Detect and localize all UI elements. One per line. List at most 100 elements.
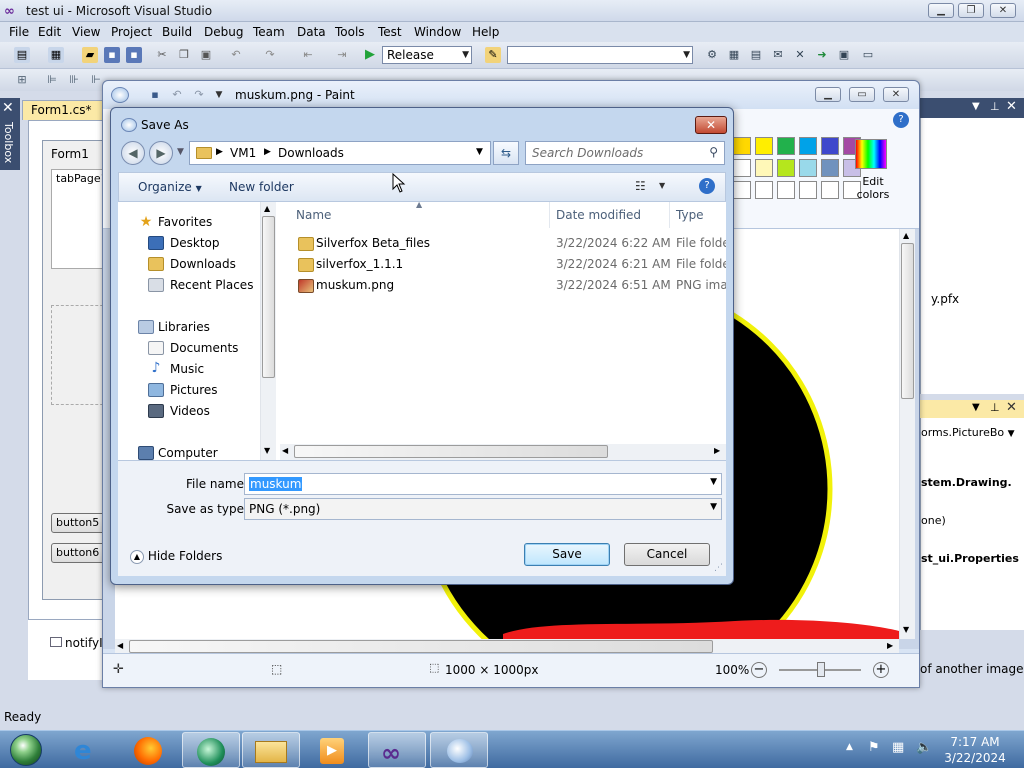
edit-colors-button[interactable]: Edit colors <box>851 175 895 201</box>
scroll-up-icon[interactable]: ▲ <box>264 204 270 213</box>
back-button[interactable]: ◀ <box>121 141 145 165</box>
paint-close-button[interactable]: ✕ <box>883 87 909 102</box>
zoom-slider-thumb[interactable] <box>817 662 825 677</box>
nav-videos[interactable]: Videos <box>118 401 258 421</box>
breadcrumb-downloads[interactable]: Downloads <box>278 146 344 160</box>
taskbar-clock[interactable]: 7:17 AM 3/22/2024 <box>940 734 1010 766</box>
scroll-thumb[interactable] <box>129 640 713 653</box>
paste-icon[interactable]: ▣ <box>198 47 214 63</box>
toolbox-strip[interactable]: ✕ Toolbox <box>0 98 20 170</box>
scroll-thumb[interactable] <box>262 216 275 378</box>
menu-tools[interactable]: Tools <box>335 25 365 39</box>
organize-button[interactable]: Organize ▼ <box>138 180 202 194</box>
column-header-type[interactable]: Type <box>670 202 726 228</box>
scroll-right-icon[interactable]: ▶ <box>714 446 720 455</box>
color-swatch[interactable] <box>755 137 773 155</box>
color-swatch[interactable] <box>799 137 817 155</box>
scroll-up-icon[interactable]: ▲ <box>903 231 909 240</box>
taskbar-media-app[interactable] <box>182 732 240 768</box>
nav-recent-places[interactable]: Recent Places <box>118 275 258 295</box>
new-project-icon[interactable]: ▤ <box>14 47 30 63</box>
solution-configuration-combo[interactable]: Release ▼ <box>382 46 472 64</box>
edit-colors-icon[interactable] <box>855 139 887 169</box>
nav-desktop[interactable]: Desktop <box>118 233 258 253</box>
address-history-icon[interactable]: ▼ <box>476 147 483 157</box>
properties-icon[interactable]: ▦ <box>726 47 742 63</box>
file-row[interactable]: muskum.png 3/22/2024 6:51 AM PNG imag <box>276 275 726 296</box>
new-folder-button[interactable]: New folder <box>229 180 294 194</box>
chevron-down-icon[interactable]: ▼ <box>710 502 717 512</box>
cut-icon[interactable]: ✂ <box>154 47 170 63</box>
tools-icon[interactable]: ✕ <box>792 47 808 63</box>
scroll-left-icon[interactable]: ◀ <box>282 446 288 455</box>
taskbar-firefox[interactable] <box>120 732 178 768</box>
show-hidden-icons-icon[interactable]: ▲ <box>846 742 853 752</box>
chevron-right-icon[interactable]: ▶ <box>264 147 271 157</box>
menu-test[interactable]: Test <box>378 25 402 39</box>
menu-debug[interactable]: Debug <box>204 25 243 39</box>
scroll-thumb[interactable] <box>901 243 914 399</box>
solution-explorer-icon[interactable]: ⚙ <box>704 47 720 63</box>
scroll-right-icon[interactable]: ▶ <box>887 641 893 650</box>
color-swatch[interactable] <box>821 181 839 199</box>
recent-locations-icon[interactable]: ▼ <box>177 147 184 157</box>
nav-pictures[interactable]: Pictures <box>118 380 258 400</box>
scroll-down-icon[interactable]: ▼ <box>264 446 270 455</box>
save-icon[interactable]: ▪ <box>104 47 120 63</box>
taskbar-media-player[interactable]: ▶ <box>304 732 362 768</box>
toolbox-icon[interactable]: ✉ <box>770 47 786 63</box>
nav-downloads[interactable]: Downloads <box>118 254 258 274</box>
menu-edit[interactable]: Edit <box>38 25 61 39</box>
menu-view[interactable]: View <box>72 25 100 39</box>
start-debugging-icon[interactable]: ▶ <box>362 47 378 63</box>
file-name-input[interactable]: muskum ▼ <box>244 473 722 495</box>
color-swatch[interactable] <box>777 181 795 199</box>
menu-help[interactable]: Help <box>472 25 499 39</box>
save-as-type-select[interactable]: PNG (*.png) ▼ <box>244 498 722 520</box>
nav-pane-scrollbar[interactable]: ▲ ▼ <box>260 202 276 460</box>
close-icon[interactable]: ✕ <box>1006 400 1017 415</box>
customize-quick-access-icon[interactable]: ▼ <box>211 87 227 103</box>
color-swatch[interactable] <box>733 137 751 155</box>
dialog-close-button[interactable]: ✕ <box>695 116 727 134</box>
menu-team[interactable]: Team <box>253 25 285 39</box>
nav-libraries[interactable]: Libraries <box>118 317 258 337</box>
taskbar-explorer[interactable] <box>242 732 300 768</box>
object-browser-icon[interactable]: ▤ <box>748 47 764 63</box>
color-swatch[interactable] <box>777 159 795 177</box>
undo-icon[interactable]: ↶ <box>228 47 244 63</box>
network-icon[interactable]: ▦ <box>892 740 904 755</box>
help-icon[interactable]: ? <box>893 112 909 128</box>
redo-icon[interactable]: ↷ <box>191 87 207 103</box>
paint-maximize-button[interactable]: ▭ <box>849 87 875 102</box>
menu-project[interactable]: Project <box>111 25 152 39</box>
file-row[interactable]: silverfox_1.1.1 3/22/2024 6:21 AM File f… <box>276 254 726 275</box>
copy-icon[interactable]: ❐ <box>176 47 192 63</box>
navigate-back-icon[interactable]: ⇤ <box>300 47 316 63</box>
scroll-thumb[interactable] <box>294 445 608 458</box>
view-options-icon[interactable]: ☷ <box>635 179 646 193</box>
align-centers-icon[interactable]: ⊪ <box>66 72 82 88</box>
chevron-down-icon[interactable]: ▼ <box>710 477 717 487</box>
canvas-vertical-scrollbar[interactable]: ▲ ▼ <box>899 229 915 639</box>
forward-button[interactable]: ▶ <box>149 141 173 165</box>
breadcrumb-vm1[interactable]: VM1 <box>230 146 256 160</box>
file-list-horizontal-scrollbar[interactable]: ◀ ▶ <box>280 444 726 460</box>
refresh-button[interactable]: ⇆ <box>493 141 519 165</box>
scroll-left-icon[interactable]: ◀ <box>117 641 123 650</box>
align-grid-icon[interactable]: ⊞ <box>14 72 30 88</box>
start-page-icon[interactable]: ➜ <box>814 47 830 63</box>
chevron-down-icon[interactable]: ▼ <box>972 101 980 112</box>
tab-form1-cs[interactable]: Form1.cs* <box>22 100 112 120</box>
color-swatch[interactable] <box>755 159 773 177</box>
undo-icon[interactable]: ↶ <box>169 87 185 103</box>
resize-grip-icon[interactable]: ⋰ <box>714 563 723 573</box>
find-combo[interactable]: ▼ <box>507 46 693 64</box>
hide-folders-button[interactable]: ▲ Hide Folders <box>130 549 222 564</box>
zoom-out-button[interactable]: − <box>751 662 767 678</box>
column-header-date[interactable]: Date modified <box>550 202 670 228</box>
cancel-button[interactable]: Cancel <box>624 543 710 566</box>
color-swatch[interactable] <box>733 159 751 177</box>
help-icon[interactable]: ? <box>699 178 715 194</box>
zoom-in-button[interactable]: + <box>873 662 889 678</box>
